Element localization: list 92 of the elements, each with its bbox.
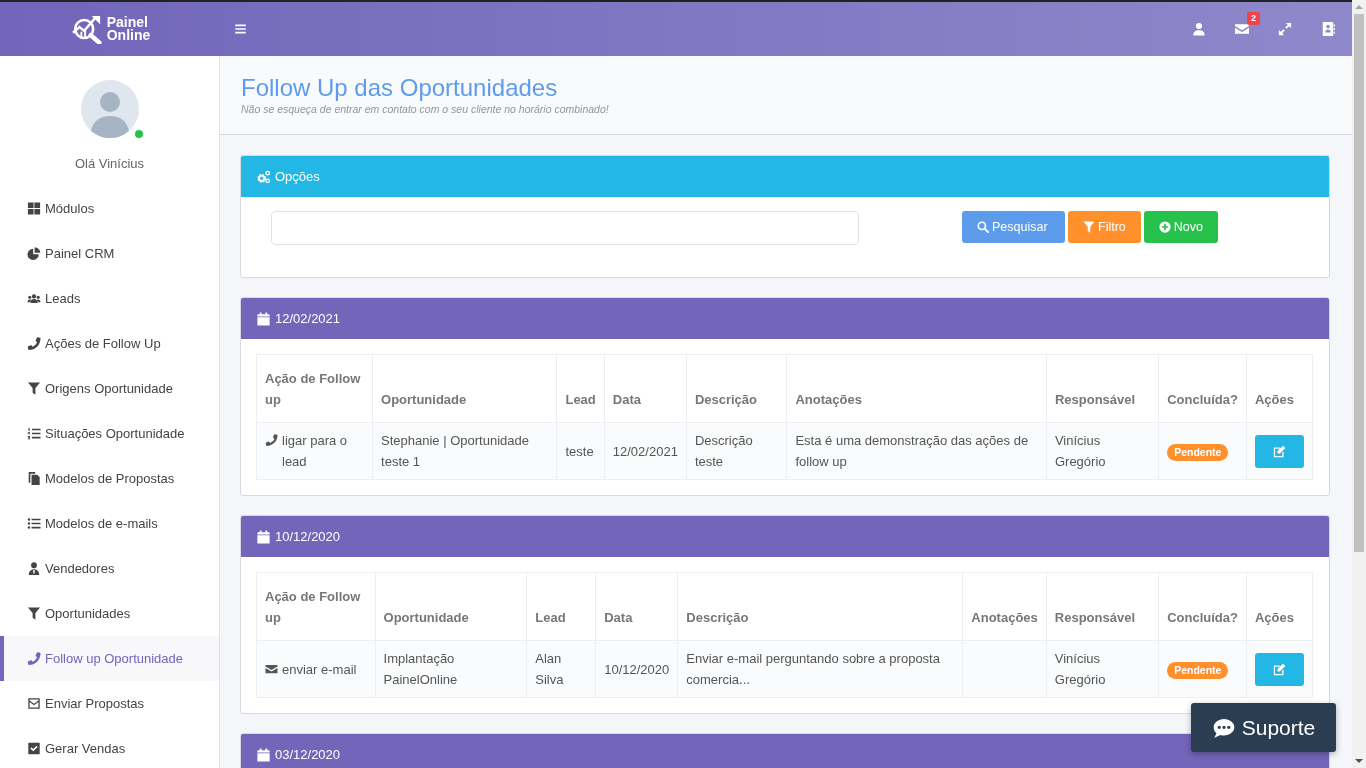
sidebar-item[interactable]: Módulos (0, 186, 219, 231)
notification-badge: 2 (1247, 12, 1260, 25)
table-cell: Descrição teste (686, 422, 787, 480)
action-text: enviar e-mail (282, 660, 357, 679)
envelope-icon (265, 662, 278, 675)
table-cell: Esta é uma demonstração das ações de follow up (786, 422, 1047, 480)
user-greeting: Olá Vinícius (74, 156, 145, 172)
edit-button[interactable] (1254, 652, 1304, 686)
table-cell: Enviar e-mail perguntando sobre a proposta comercia... (677, 640, 963, 698)
column-header: Descrição (677, 572, 963, 641)
sidebar-item[interactable]: Painel CRM (0, 231, 219, 276)
page-title: Follow Up das Oportunidades (241, 73, 559, 103)
sidebar-item[interactable]: Vendedores (0, 546, 219, 591)
column-header: Responsável (1046, 354, 1159, 423)
user-icon[interactable] (1191, 22, 1206, 36)
column-header: Data (595, 572, 678, 641)
expand-icon[interactable] (1277, 22, 1292, 36)
edit-icon (1272, 662, 1286, 676)
sidebar-item[interactable]: Situações Oportunidade (0, 411, 219, 456)
edit-button[interactable] (1254, 434, 1304, 468)
table-cell: Vinícius Gregório (1046, 422, 1159, 480)
scroll-up-icon[interactable] (1355, 5, 1363, 9)
list-icon (27, 517, 41, 530)
column-header: Oportunidade (372, 354, 557, 423)
column-header: Ações (1246, 572, 1313, 641)
column-header: Concluída? (1158, 572, 1247, 641)
column-header: Lead (526, 572, 596, 641)
search-icon (977, 221, 989, 233)
sidebar-item[interactable]: Modelos de Propostas (0, 456, 219, 501)
filter-icon (1083, 221, 1095, 233)
pie-chart-icon (27, 247, 41, 260)
page-subtitle: Não se esqueça de entrar em contato com o seu cliente no horário combinado! (241, 103, 610, 116)
sidebar-item[interactable]: Origens Oportunidade (0, 366, 219, 411)
scroll-down-icon[interactable] (1355, 759, 1363, 763)
column-header: Ações (1246, 354, 1313, 423)
calendar-icon (256, 529, 271, 544)
sidebar-item[interactable]: Ações de Follow Up (0, 321, 219, 366)
logo-icon (69, 14, 104, 44)
phone-icon (27, 652, 41, 665)
column-header: Oportunidade (375, 572, 527, 641)
sidebar-item[interactable]: Enviar Propostas (0, 681, 219, 726)
table-cell: 12/02/2021 (604, 422, 687, 480)
filter-icon (27, 382, 41, 395)
grid-icon (27, 202, 41, 215)
address-book-icon[interactable] (1320, 22, 1335, 36)
card-date: 03/12/2020 (275, 747, 341, 762)
column-header: Responsável (1046, 572, 1159, 641)
edit-icon (1272, 444, 1286, 458)
person-icon (27, 562, 41, 575)
filter-icon (27, 607, 41, 620)
logo-text: Painel Online (106, 16, 151, 42)
status-badge: Pendente (1167, 661, 1229, 679)
scrollbar[interactable] (1352, 0, 1366, 768)
column-header: Anotações (962, 572, 1047, 641)
calendar-icon (256, 311, 271, 326)
column-header: Ação de Follow up (256, 572, 376, 641)
users-icon (27, 292, 41, 305)
calendar-icon (256, 747, 271, 762)
documents-icon (27, 472, 41, 485)
table-cell: Alan Silva (526, 640, 596, 698)
status-badge: Pendente (1167, 443, 1229, 461)
column-header: Lead (556, 354, 605, 423)
column-header: Ação de Follow up (256, 354, 373, 423)
card-title: Opções (275, 169, 320, 184)
table-cell: 10/12/2020 (595, 640, 678, 698)
menu-icon[interactable] (234, 23, 247, 35)
avatar-silhouette-icon (80, 80, 139, 138)
sidebar-item[interactable]: Follow up Oportunidade (0, 636, 219, 681)
envelope-icon[interactable] (1234, 22, 1249, 36)
support-button[interactable]: Suporte (1191, 703, 1336, 752)
phone-icon (265, 434, 278, 446)
column-header: Data (604, 354, 687, 423)
column-header: Concluída? (1158, 354, 1247, 423)
column-header: Descrição (686, 354, 787, 423)
table-cell: Implantação PainelOnline (375, 640, 527, 698)
sidebar-item[interactable]: Modelos de e-mails (0, 501, 219, 546)
sidebar-item[interactable]: Gerar Vendas (0, 726, 219, 768)
scrollbar-thumb[interactable] (1354, 14, 1364, 552)
table-cell: Stephanie | Oportunidade teste 1 (372, 422, 557, 480)
sidebar-item[interactable]: Leads (0, 276, 219, 321)
phone-icon (27, 337, 41, 350)
action-text: ligar para o lead (282, 432, 349, 471)
sidebar-item[interactable]: Oportunidades (0, 591, 219, 636)
cogs-icon (256, 169, 271, 184)
card-date: 12/02/2021 (275, 311, 341, 326)
table-cell: teste (556, 422, 605, 480)
numbered-list-icon (27, 427, 41, 440)
column-header: Anotações (786, 354, 1047, 423)
card-date: 10/12/2020 (275, 529, 341, 544)
table-cell: Vinícius Gregório (1046, 640, 1159, 698)
search-field[interactable] (271, 211, 859, 245)
chat-icon (1211, 716, 1236, 739)
